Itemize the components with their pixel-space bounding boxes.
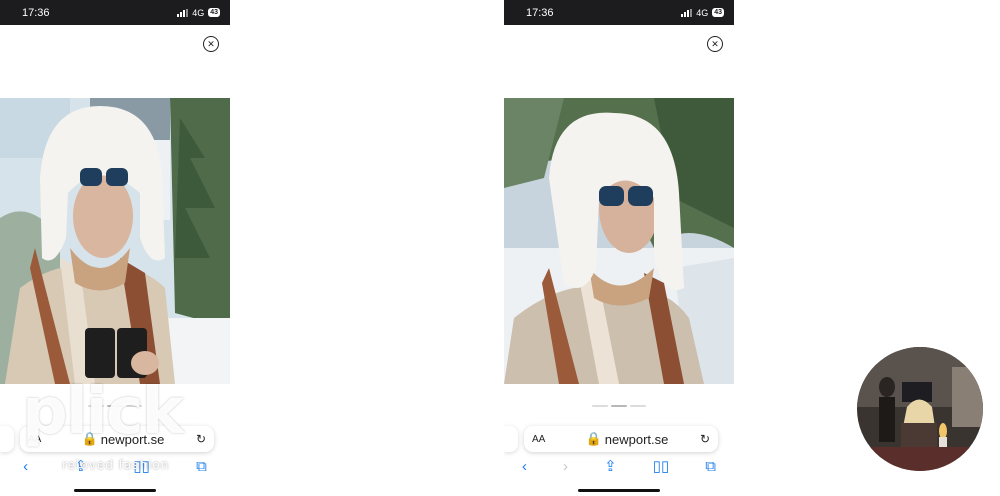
reload-icon[interactable]: ↻ <box>196 432 206 446</box>
browser-toolbar: ‹ › ⇪ ▯▯ ⧉ <box>504 456 734 476</box>
home-indicator <box>74 489 156 492</box>
url-text: newport.se <box>604 431 669 447</box>
status-bar: 17:36 4G 43 <box>0 0 230 25</box>
tabs-icon[interactable]: ⧉ <box>705 458 716 475</box>
tabs-icon[interactable]: ⧉ <box>196 458 207 475</box>
back-icon[interactable]: ‹ <box>522 458 527 475</box>
forward-icon[interactable]: › <box>563 458 568 475</box>
home-indicator <box>578 489 660 492</box>
battery-icon: 43 <box>712 8 724 17</box>
text-size-button[interactable]: AA <box>532 434 554 445</box>
status-time: 17:36 <box>22 6 50 19</box>
close-icon[interactable]: ✕ <box>203 36 219 52</box>
plick-logo: plick <box>22 375 184 449</box>
signal-icon <box>177 8 189 17</box>
signal-icon <box>681 8 693 17</box>
adjacent-tab-card[interactable] <box>504 426 518 452</box>
product-photo[interactable] <box>0 98 230 384</box>
product-photo[interactable] <box>504 98 734 384</box>
carousel-indicator[interactable] <box>504 405 734 407</box>
share-icon[interactable]: ⇪ <box>604 457 617 475</box>
network-label: 4G <box>192 7 205 18</box>
webcam-overlay <box>857 347 983 471</box>
phone-screenshot-right: 17:36 4G 43 ✕ AA 🔒 newport.se ↻ ‹ › ⇪ ▯▯… <box>504 0 734 496</box>
lock-icon: 🔒 <box>585 431 602 446</box>
plick-tagline: reloved fashion <box>62 458 170 472</box>
status-bar: 17:36 4G 43 <box>504 0 734 25</box>
adjacent-tab-card[interactable] <box>0 426 14 452</box>
address-bar[interactable]: AA 🔒 newport.se ↻ <box>524 426 718 452</box>
reload-icon[interactable]: ↻ <box>700 432 710 446</box>
network-label: 4G <box>696 7 709 18</box>
status-time: 17:36 <box>526 6 554 19</box>
bookmarks-icon[interactable]: ▯▯ <box>653 457 670 475</box>
plick-watermark: plick reloved fashion <box>22 380 192 478</box>
battery-icon: 43 <box>208 8 220 17</box>
close-icon[interactable]: ✕ <box>707 36 723 52</box>
